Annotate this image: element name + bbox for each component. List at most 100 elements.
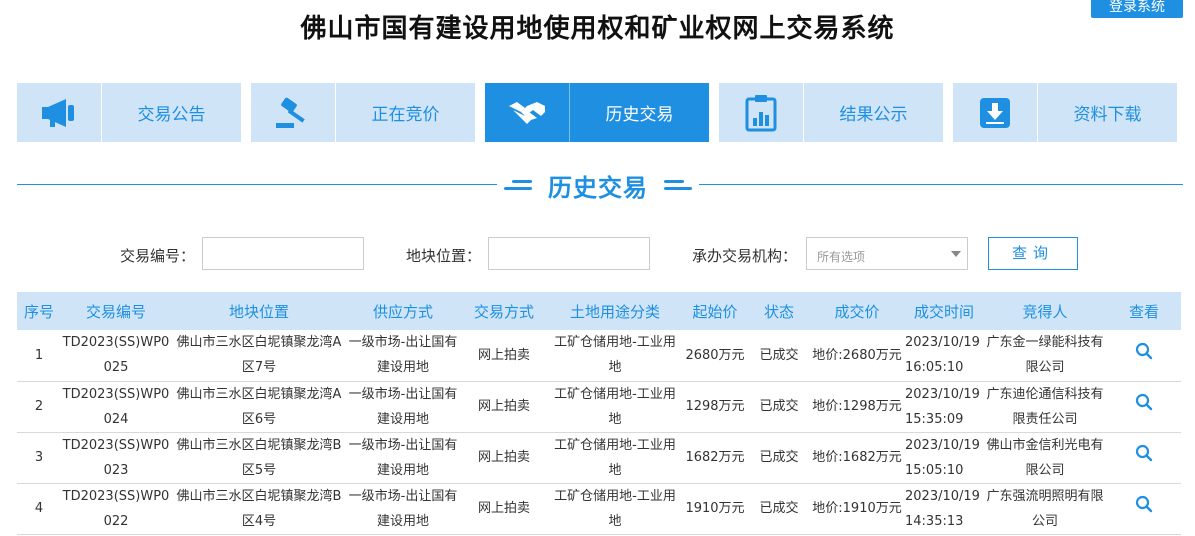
cell-status: 已成交 — [759, 399, 799, 414]
search-icon[interactable] — [1135, 393, 1153, 420]
agency-select[interactable]: 所有选项 — [806, 237, 968, 270]
cell-start-price: 1682万元 — [685, 450, 745, 465]
cell-supply: 一级市场-出让国有建设用地 — [348, 386, 458, 427]
cell-method: 网上拍卖 — [477, 501, 530, 516]
download-icon — [953, 83, 1038, 142]
cell-supply: 一级市场-出让国有建设用地 — [348, 488, 458, 529]
col-header: 土地用途分类 — [569, 302, 660, 321]
clipboard-chart-icon — [719, 83, 804, 142]
query-button[interactable]: 查询 — [988, 237, 1078, 270]
nav-item-bidding[interactable]: 正在竞价 — [251, 83, 475, 142]
search-icon[interactable] — [1135, 444, 1153, 471]
nav-item-history[interactable]: 历史交易 — [485, 83, 709, 142]
cell-usage: 工矿仓储用地-工业用地 — [554, 335, 676, 376]
col-header: 查看 — [1128, 302, 1159, 321]
nav-item-results[interactable]: 结果公示 — [719, 83, 943, 142]
cell-start-price: 1298万元 — [685, 399, 745, 414]
trade-no-label: 交易编号： — [120, 247, 196, 265]
col-header: 地块位置 — [228, 302, 289, 321]
cell-status: 已成交 — [759, 450, 799, 465]
cell-supply: 一级市场-出让国有建设用地 — [348, 335, 458, 376]
site-title: 佛山市国有建设用地使用权和矿业权网上交易系统 — [300, 14, 895, 44]
cell-deal-time: 2023/10/19 15:35:09 — [905, 386, 980, 427]
col-header: 成交时间 — [913, 302, 974, 321]
chevron-down-icon — [951, 251, 961, 257]
cell-code: TD2023(SS)WP0025 — [62, 335, 170, 376]
nav-item-announcements[interactable]: 交易公告 — [17, 83, 241, 142]
cell-usage: 工矿仓储用地-工业用地 — [554, 386, 676, 427]
col-header: 竞得人 — [1022, 302, 1068, 321]
cell-deal-time: 2023/10/19 14:35:13 — [905, 488, 980, 529]
cell-code: TD2023(SS)WP0024 — [62, 386, 170, 427]
agency-label: 承办交易机构： — [692, 247, 798, 265]
gavel-icon — [251, 83, 336, 142]
decor-lines-left-icon — [504, 180, 532, 190]
nav-label: 正在竞价 — [371, 105, 440, 125]
col-header: 交易编号 — [85, 302, 146, 321]
cell-view — [1107, 483, 1181, 534]
cell-winner: 广东强流明照明有限公司 — [986, 488, 1104, 529]
cell-location: 佛山市三水区白坭镇聚龙湾A区6号 — [176, 386, 342, 427]
cell-status: 已成交 — [759, 347, 799, 363]
cell-winner: 佛山市金信利光电有限公司 — [986, 437, 1104, 478]
section-title: 历史交易 — [548, 173, 648, 202]
search-icon[interactable] — [1135, 342, 1153, 369]
col-header: 交易方式 — [473, 302, 534, 321]
cell-view — [1107, 381, 1181, 432]
cell-status: 已成交 — [759, 501, 799, 516]
nav-label: 结果公示 — [839, 105, 908, 125]
cell-location: 佛山市三水区白坭镇聚龙湾B区5号 — [176, 437, 342, 478]
cell-winner: 广东迪伦通信科技有限责任公司 — [986, 386, 1104, 427]
col-header: 起始价 — [692, 302, 738, 321]
nav-label: 历史交易 — [605, 105, 674, 125]
col-header: 成交价 — [834, 302, 880, 321]
cell-method: 网上拍卖 — [477, 450, 530, 465]
table-row: 2 TD2023(SS)WP0024 佛山市三水区白坭镇聚龙湾A区6号 一级市场… — [17, 381, 1181, 432]
cell-view — [1107, 432, 1181, 483]
location-input[interactable] — [488, 237, 650, 270]
cell-deal-price: 地价:1910万元 — [812, 501, 902, 516]
cell-winner: 广东金一绿能科技有限公司 — [986, 335, 1104, 376]
nav-label: 资料下载 — [1073, 105, 1142, 125]
col-header: 序号 — [23, 302, 54, 321]
table-header-row: 序号 交易编号 地块位置 供应方式 交易方式 土地用途分类 起始价 状态 成交价… — [17, 292, 1181, 330]
cell-start-price: 1910万元 — [685, 501, 745, 516]
cell-usage: 工矿仓储用地-工业用地 — [554, 488, 676, 529]
cell-deal-price: 地价:1682万元 — [812, 450, 902, 465]
cell-deal-time: 2023/10/19 15:05:10 — [905, 437, 980, 478]
table-row: 4 TD2023(SS)WP0022 佛山市三水区白坭镇聚龙湾B区4号 一级市场… — [17, 483, 1181, 534]
cell-deal-price: 地价:1298万元 — [812, 399, 902, 414]
cell-supply: 一级市场-出让国有建设用地 — [348, 437, 458, 478]
col-header: 状态 — [763, 302, 794, 321]
cell-code: TD2023(SS)WP0022 — [62, 488, 170, 529]
cell-method: 网上拍卖 — [477, 399, 530, 414]
cell-code: TD2023(SS)WP0023 — [62, 437, 170, 478]
nav-label: 交易公告 — [137, 105, 206, 125]
cell-no: 4 — [34, 501, 44, 516]
search-form: 交易编号： 地块位置： 承办交易机构： 所有选项 查询 — [0, 237, 1195, 271]
decor-lines-right-icon — [664, 180, 692, 190]
agency-selected-value: 所有选项 — [817, 250, 866, 264]
search-icon[interactable] — [1135, 495, 1153, 522]
cell-start-price: 2680万元 — [685, 347, 745, 363]
nav-item-downloads[interactable]: 资料下载 — [953, 83, 1177, 142]
cell-view — [1107, 330, 1181, 381]
cell-no: 1 — [34, 347, 44, 363]
cell-method: 网上拍卖 — [477, 347, 530, 363]
cell-usage: 工矿仓储用地-工业用地 — [554, 437, 676, 478]
megaphone-icon — [17, 83, 102, 142]
cell-deal-price: 地价:2680万元 — [812, 347, 902, 363]
table-row: 3 TD2023(SS)WP0023 佛山市三水区白坭镇聚龙湾B区5号 一级市场… — [17, 432, 1181, 483]
cell-no: 2 — [34, 399, 44, 414]
handshake-icon — [485, 83, 570, 142]
location-label: 地块位置： — [406, 247, 482, 265]
trade-no-input[interactable] — [202, 237, 364, 270]
main-nav: 交易公告 正在竞价 历史交易 结果公示 资料下载 — [17, 83, 1177, 142]
table-row: 1 TD2023(SS)WP0025 佛山市三水区白坭镇聚龙湾A区7号 一级市场… — [17, 330, 1181, 381]
cell-location: 佛山市三水区白坭镇聚龙湾A区7号 — [176, 335, 342, 376]
section-heading: 历史交易 — [497, 167, 699, 203]
col-header: 供应方式 — [372, 302, 433, 321]
cell-deal-time: 2023/10/19 16:05:10 — [905, 335, 980, 376]
cell-no: 3 — [34, 450, 44, 465]
history-table: 序号 交易编号 地块位置 供应方式 交易方式 土地用途分类 起始价 状态 成交价… — [17, 292, 1181, 535]
